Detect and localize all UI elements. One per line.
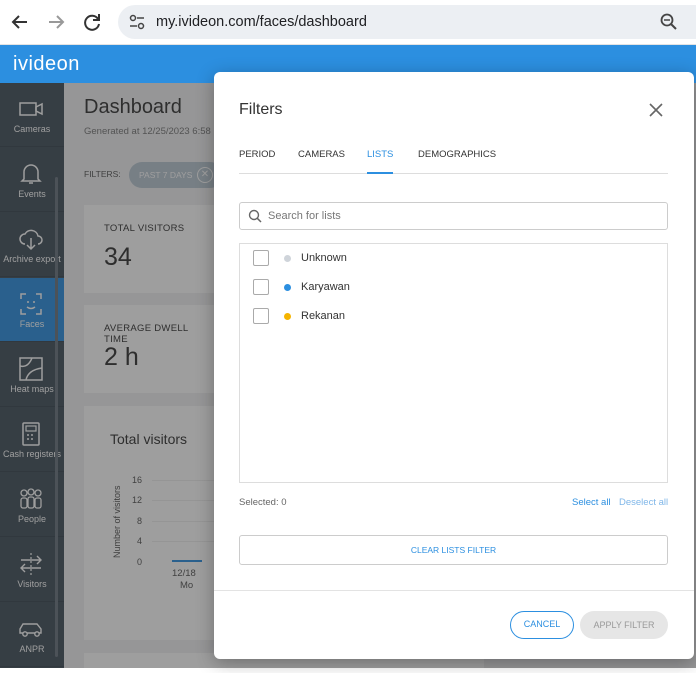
filter-tabs: PERIOD CAMERAS LISTS DEMOGRAPHICS <box>239 149 668 174</box>
dialog-title: Filters <box>239 101 283 118</box>
list-item-name: Unknown <box>301 252 347 264</box>
tab-period[interactable]: PERIOD <box>239 149 275 174</box>
filters-dialog: Filters PERIOD CAMERAS LISTS DEMOGRAPHIC… <box>214 72 694 659</box>
reload-icon[interactable] <box>80 10 104 34</box>
selected-count: Selected: 0 <box>239 497 287 508</box>
checkbox[interactable] <box>253 279 269 295</box>
lists-box: Unknown Karyawan Rekanan <box>239 243 668 483</box>
tab-lists[interactable]: LISTS <box>367 149 394 174</box>
checkbox[interactable] <box>253 308 269 324</box>
divider <box>214 590 694 591</box>
list-item[interactable]: Unknown <box>240 244 667 273</box>
list-color-dot <box>284 313 291 320</box>
forward-arrow-icon[interactable] <box>44 10 68 34</box>
search-icon <box>248 209 262 223</box>
url-text: my.ivideon.com/faces/dashboard <box>156 14 367 30</box>
close-icon[interactable] <box>647 101 665 119</box>
list-item[interactable]: Karyawan <box>240 273 667 302</box>
checkbox[interactable] <box>253 250 269 266</box>
list-item[interactable]: Rekanan <box>240 302 667 331</box>
list-item-name: Karyawan <box>301 281 350 293</box>
zoom-icon[interactable] <box>658 11 680 33</box>
search-field[interactable] <box>239 202 668 230</box>
list-color-dot <box>284 284 291 291</box>
ivideon-logo[interactable]: ivideon <box>13 53 80 76</box>
list-item-name: Rekanan <box>301 310 346 322</box>
list-color-dot <box>284 255 291 262</box>
site-settings-icon[interactable] <box>128 13 146 31</box>
apply-filter-button[interactable]: APPLY FILTER <box>580 611 668 639</box>
deselect-all-link[interactable]: Deselect all <box>619 497 668 508</box>
tab-cameras[interactable]: CAMERAS <box>298 149 345 174</box>
tab-demographics[interactable]: DEMOGRAPHICS <box>418 149 496 174</box>
search-input[interactable] <box>268 207 658 225</box>
clear-lists-filter-button[interactable]: CLEAR LISTS FILTER <box>239 535 668 565</box>
cancel-button[interactable]: CANCEL <box>510 611 574 639</box>
browser-toolbar: my.ivideon.com/faces/dashboard <box>0 0 696 45</box>
back-arrow-icon[interactable] <box>8 10 32 34</box>
address-bar[interactable]: my.ivideon.com/faces/dashboard <box>118 5 696 39</box>
select-all-link[interactable]: Select all <box>572 497 611 508</box>
